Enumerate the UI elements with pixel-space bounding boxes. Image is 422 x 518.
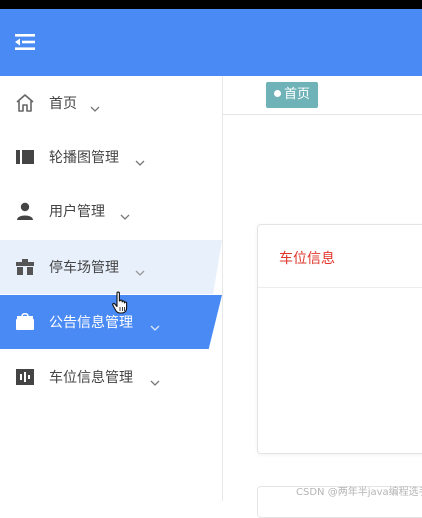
- chevron-down-icon: [120, 206, 130, 220]
- chevron-down-icon: [135, 152, 145, 166]
- window-top-strip: [0, 0, 422, 9]
- chevron-down-icon: [135, 262, 145, 276]
- tab-home[interactable]: 首页: [266, 82, 319, 108]
- card-header: 车位信息: [258, 225, 422, 288]
- sidebar-item-label: 车位信息管理: [49, 370, 133, 386]
- sidebar-item-parking[interactable]: 停车场管理: [0, 240, 222, 294]
- sidebar-item-label: 首页: [49, 96, 77, 112]
- sidebar-item-label: 轮播图管理: [49, 150, 119, 166]
- announcement-icon: [14, 312, 36, 332]
- sidebar-item-label: 停车场管理: [49, 260, 119, 276]
- sidebar-item-carousel[interactable]: 轮播图管理: [0, 130, 222, 184]
- sidebar-item-label: 公告信息管理: [49, 315, 133, 331]
- top-header: [0, 9, 422, 76]
- chevron-down-icon: [150, 317, 160, 331]
- home-icon: [14, 93, 36, 113]
- user-icon: [14, 201, 36, 221]
- parking-space-icon: [14, 367, 36, 387]
- chevron-down-icon: [90, 98, 100, 112]
- parking-icon: [14, 257, 36, 277]
- menu-fold-icon[interactable]: [13, 30, 37, 54]
- sidebar-menu: 首页 轮播图管理 用户管理 停车场管理 公告信息管理 车位信息管理: [0, 76, 223, 501]
- carousel-icon: [14, 147, 36, 167]
- tab-bar: 首页: [223, 76, 422, 115]
- sidebar-item-home[interactable]: 首页: [0, 76, 222, 130]
- tab-label: 首页: [284, 87, 311, 102]
- parking-info-card: 车位信息: [257, 224, 422, 454]
- chevron-down-icon: [150, 372, 160, 386]
- sidebar-item-users[interactable]: 用户管理: [0, 184, 222, 238]
- sidebar-item-label: 用户管理: [49, 204, 105, 220]
- watermark: CSDN @两年半java编程选手: [296, 487, 422, 498]
- sidebar-item-parking-spaces[interactable]: 车位信息管理: [0, 350, 222, 404]
- active-dot-icon: [274, 90, 281, 97]
- card-title: 车位信息: [279, 251, 335, 267]
- sidebar-item-announcements[interactable]: 公告信息管理: [0, 295, 222, 349]
